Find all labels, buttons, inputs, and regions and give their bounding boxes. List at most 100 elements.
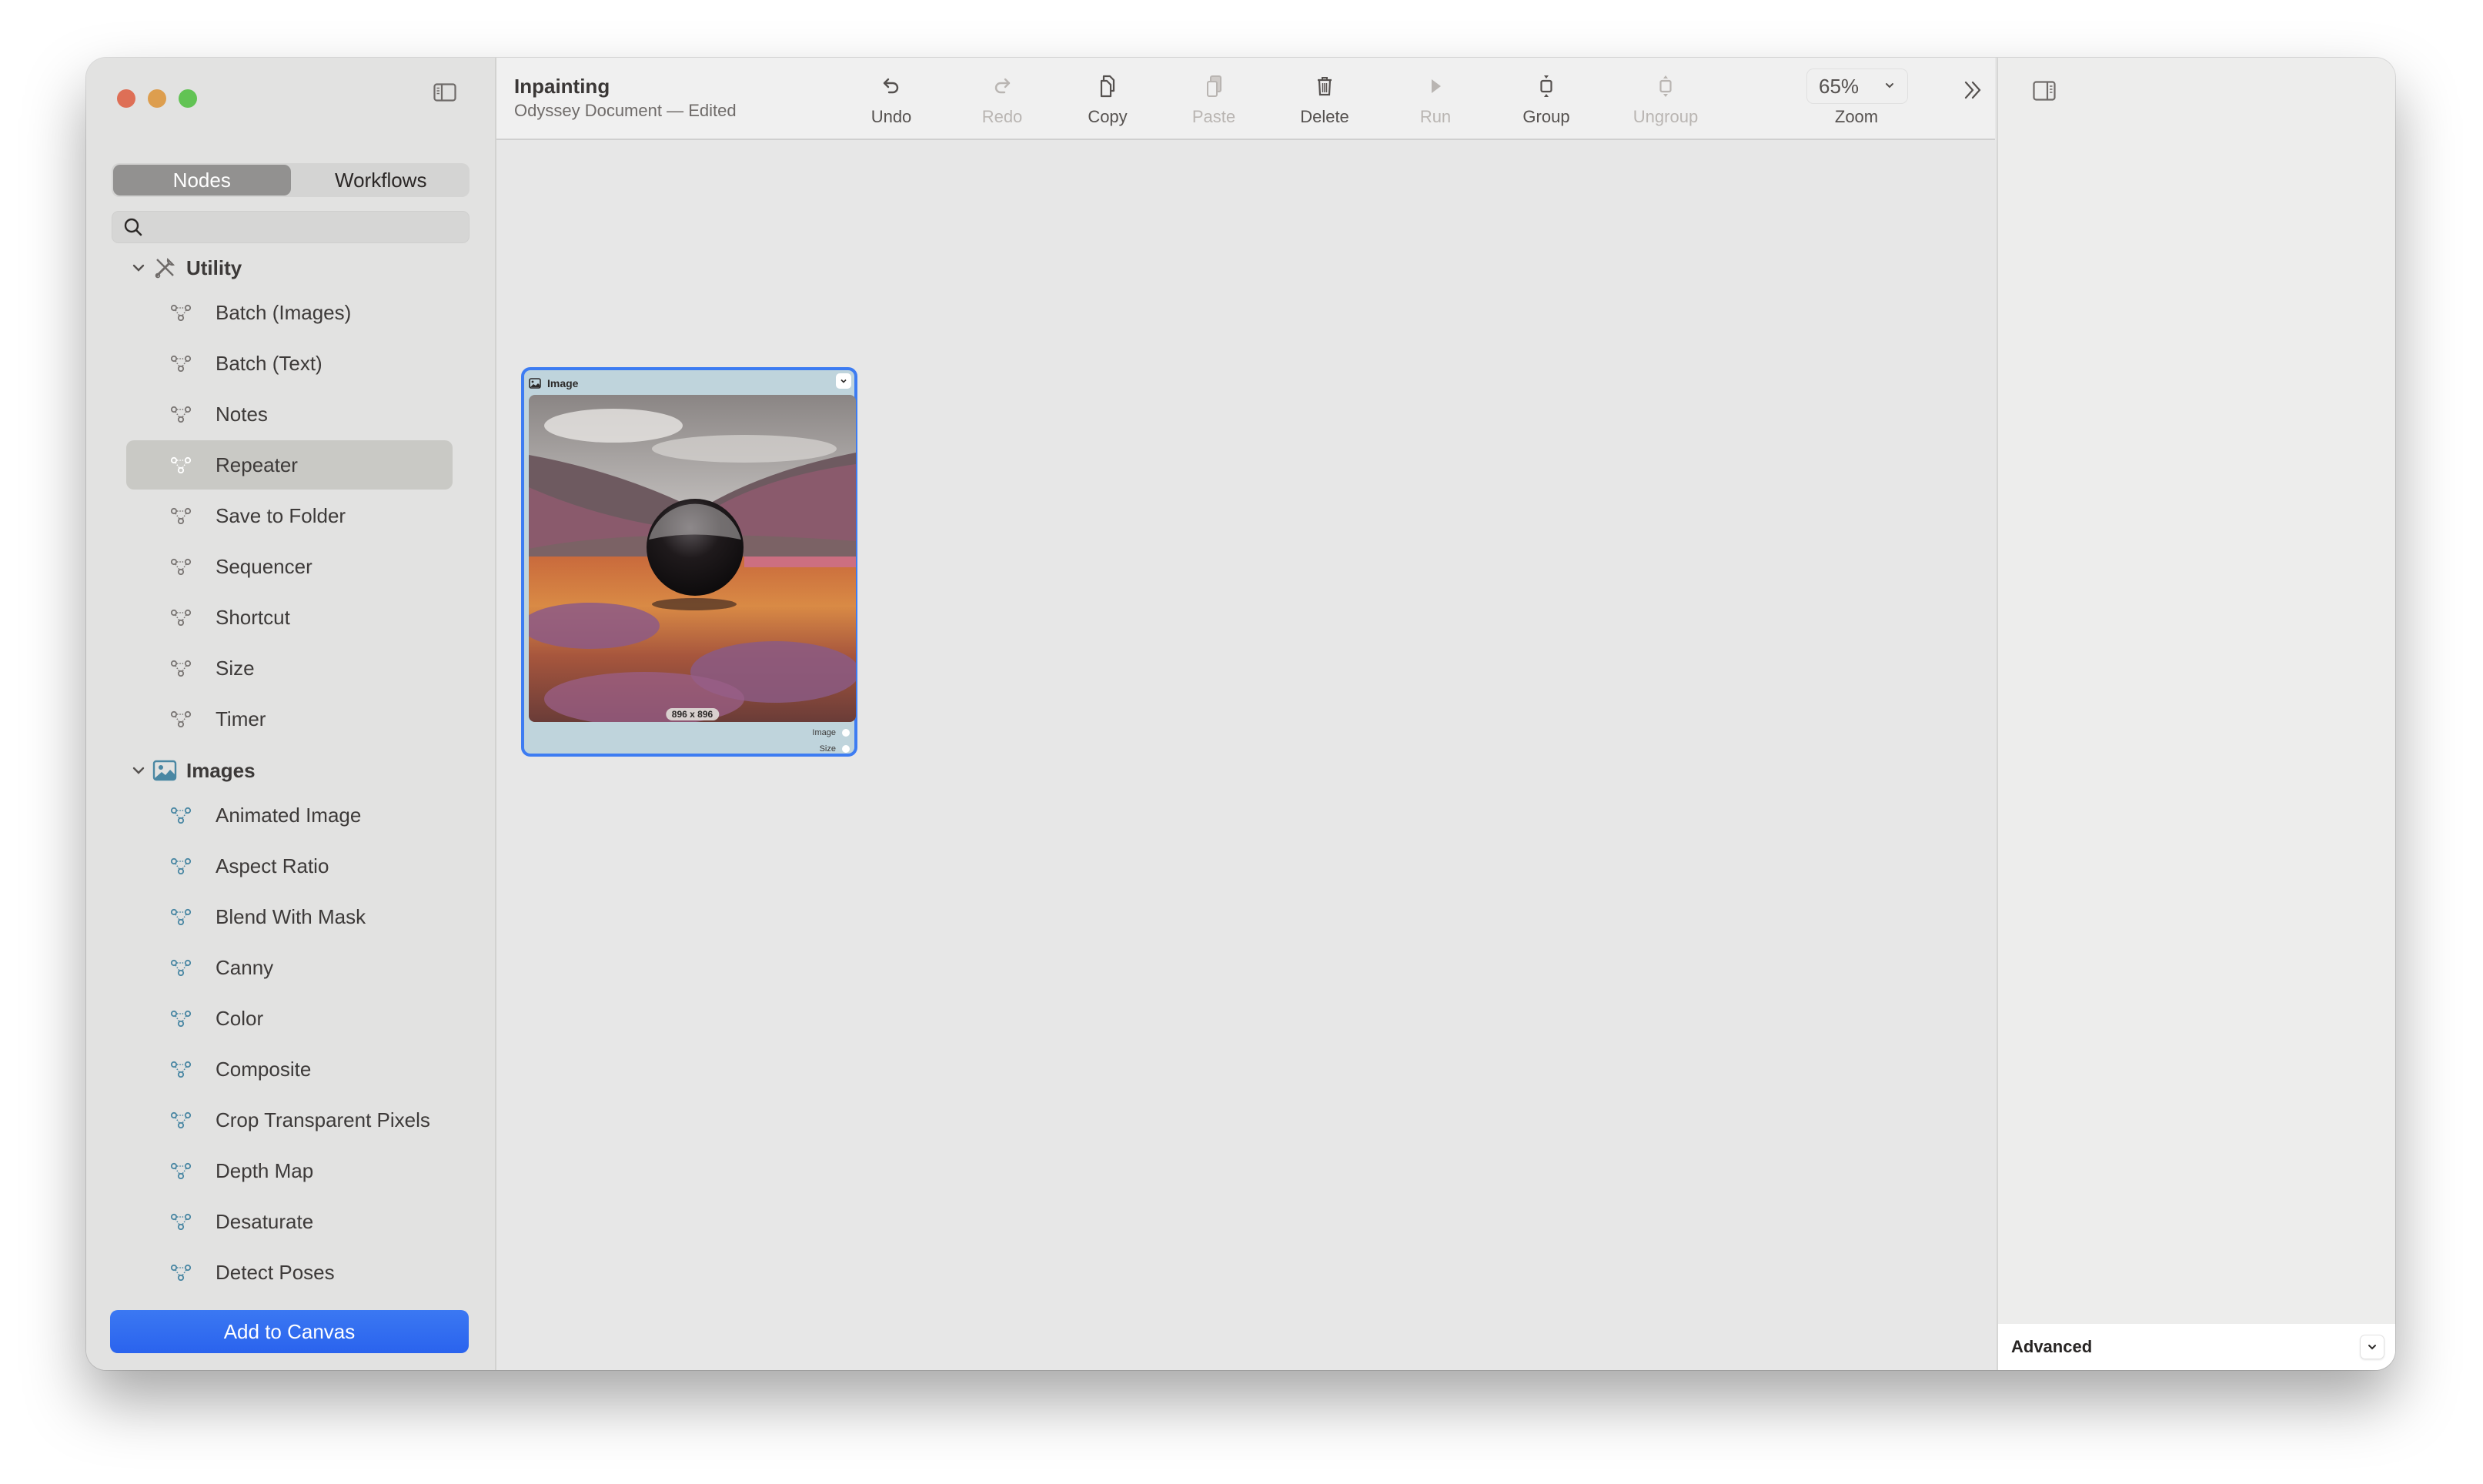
sidebar-item-desaturate[interactable]: Desaturate: [126, 1197, 453, 1246]
toolbar: Inpainting Odyssey Document — Edited Und…: [496, 58, 1995, 140]
redo-button[interactable]: Redo: [956, 73, 1048, 130]
ungroup-icon: [1659, 75, 1672, 97]
sidebar-item-timer[interactable]: Timer: [126, 694, 453, 744]
sidebar-item-label: Color: [216, 1006, 264, 1030]
chevron-double-right-icon[interactable]: [1961, 78, 1986, 102]
image-size-badge: 896 x 896: [665, 708, 720, 720]
paste-button[interactable]: Paste: [1168, 73, 1260, 130]
document-subtitle: Odyssey Document — Edited: [514, 101, 737, 120]
sidebar-item-label: Aspect Ratio: [216, 854, 329, 877]
sidebar-item-sequencer[interactable]: Sequencer: [126, 542, 453, 591]
sidebar-item-blend-with-mask[interactable]: Blend With Mask: [126, 892, 453, 941]
sidebar-item-aspect-ratio[interactable]: Aspect Ratio: [126, 841, 453, 891]
sidebar-item-depth-map[interactable]: Depth Map: [126, 1146, 453, 1195]
ungroup-label: Ungroup: [1632, 107, 1699, 126]
paste-label: Paste: [1191, 107, 1236, 126]
run-label: Run: [1419, 107, 1452, 126]
node-icon: [170, 304, 192, 321]
node-icon: [170, 1213, 192, 1230]
sidebar-item-batch-text[interactable]: Batch (Text): [126, 339, 453, 388]
copy-label: Copy: [1088, 107, 1128, 126]
trash-icon: [1318, 77, 1332, 96]
node-icon: [170, 1264, 192, 1281]
node-icon: [170, 959, 192, 976]
sidebar-item-repeater[interactable]: Repeater: [126, 440, 453, 490]
sidebar-item-label: Notes: [216, 402, 268, 426]
sidebar-item-label: Animated Image: [216, 803, 362, 827]
sidebar-item-label: Repeater: [216, 453, 298, 476]
zoom-window-button[interactable]: [179, 89, 197, 108]
chevron-down-icon: [840, 379, 847, 383]
undo-button[interactable]: Undo: [845, 73, 937, 130]
inspector-toggle-icon[interactable]: [2033, 81, 2056, 101]
port-label: Image: [812, 728, 836, 737]
search-field: [112, 211, 470, 244]
run-button[interactable]: Run: [1389, 73, 1482, 130]
undo-icon: [883, 78, 899, 94]
image-node[interactable]: Image 896 x 896 Image Size: [521, 367, 857, 757]
node-icon: [170, 507, 192, 524]
chevron-down-icon: [2368, 1345, 2376, 1350]
inspector-panel: Advanced: [1997, 58, 2395, 1370]
zoom-value: 65%: [1819, 74, 1860, 98]
node-icon: [170, 558, 192, 575]
paste-icon: [1207, 75, 1221, 97]
sidebar-item-crop-transparent-pixels[interactable]: Crop Transparent Pixels: [126, 1095, 453, 1145]
sidebar-item-size[interactable]: Size: [126, 643, 453, 693]
node-icon: [170, 1162, 192, 1179]
node-icon: [170, 857, 192, 874]
sidebar-item-label: Timer: [216, 707, 266, 730]
delete-button[interactable]: Delete: [1278, 73, 1371, 130]
chevron-down-icon[interactable]: [131, 260, 146, 276]
sidebar-toggle-icon[interactable]: [433, 83, 456, 102]
output-port-image[interactable]: Image: [812, 728, 850, 737]
sidebar-item-composite[interactable]: Composite: [126, 1044, 453, 1094]
sidebar-item-label: Detect Poses: [216, 1260, 335, 1284]
node-icon: [170, 1061, 192, 1078]
port-label: Size: [819, 744, 836, 754]
sidebar-item-label: Batch (Text): [216, 351, 322, 375]
image-preview: 896 x 896: [529, 395, 856, 722]
workflow-canvas[interactable]: Image 896 x 896 Image Size: [496, 140, 1995, 1370]
copy-button[interactable]: Copy: [1061, 73, 1154, 130]
group-button[interactable]: Group: [1500, 73, 1592, 130]
sidebar-item-save-to-folder[interactable]: Save to Folder: [126, 491, 453, 540]
advanced-section[interactable]: Advanced: [1998, 1324, 2395, 1370]
sidebar-item-shortcut[interactable]: Shortcut: [126, 593, 453, 642]
tab-nodes[interactable]: Nodes: [113, 165, 291, 196]
chevron-down-icon[interactable]: [131, 763, 146, 778]
node-icon: [170, 1010, 192, 1027]
sidebar-item-canny[interactable]: Canny: [126, 943, 453, 992]
sidebar-item-detect-poses[interactable]: Detect Poses: [126, 1248, 453, 1297]
output-port-size[interactable]: Size: [820, 744, 850, 754]
sidebar-item-animated-image[interactable]: Animated Image: [126, 790, 453, 840]
tools-icon: [155, 257, 175, 279]
port-connector[interactable]: [842, 745, 850, 753]
port-connector[interactable]: [842, 729, 850, 737]
landscape-sphere-image: [529, 395, 856, 722]
redo-icon: [994, 78, 1011, 94]
close-window-button[interactable]: [117, 89, 135, 108]
sidebar-item-label: Blend With Mask: [216, 904, 366, 928]
group-label: Group: [1522, 107, 1570, 126]
minimize-window-button[interactable]: [148, 89, 166, 108]
group-label: Utility: [186, 256, 242, 279]
redo-label: Redo: [981, 107, 1023, 126]
sidebar-item-label: Crop Transparent Pixels: [216, 1108, 430, 1131]
sidebar-segmented-control: Nodes Workflows: [112, 163, 470, 197]
sidebar-item-color[interactable]: Color: [126, 994, 453, 1043]
search-icon: [124, 218, 142, 236]
sidebar-item-label: Desaturate: [216, 1209, 314, 1233]
node-menu-button[interactable]: [836, 373, 851, 389]
sidebar-item-notes[interactable]: Notes: [126, 389, 453, 439]
search-input[interactable]: [151, 212, 462, 244]
zoom-label: Zoom: [1834, 107, 1879, 126]
node-title: Image: [547, 377, 579, 389]
add-to-canvas-button[interactable]: Add to Canvas: [110, 1310, 469, 1353]
tab-workflows[interactable]: Workflows: [292, 163, 470, 197]
zoom-dropdown[interactable]: 65%: [1806, 69, 1908, 104]
ungroup-button[interactable]: Ungroup: [1619, 73, 1712, 130]
document-title: Inpainting: [514, 75, 610, 98]
advanced-expand-button[interactable]: [2360, 1335, 2384, 1359]
sidebar-item-batch-images[interactable]: Batch (Images): [126, 288, 453, 337]
